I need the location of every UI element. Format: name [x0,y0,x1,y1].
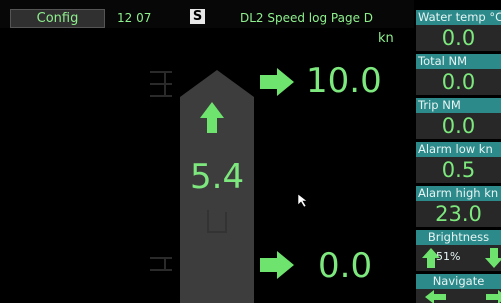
longitudinal-speed: 5.4 [190,157,245,197]
alarm-high-value: 23.0 [435,202,482,226]
total-nm-panel[interactable]: Total NM 0.0 [416,54,501,95]
navigate-left-icon[interactable] [424,289,448,303]
mouse-cursor-icon [297,193,308,208]
bow-right-arrow-icon [260,68,294,96]
trip-nm-label: Trip NM [416,98,501,113]
bow-transverse-speed: 10.0 [306,61,382,101]
brightness-down-icon[interactable] [484,246,501,270]
hull-mark-bottom [150,257,172,271]
stern-right-arrow-icon [260,251,294,279]
trip-nm-value: 0.0 [441,114,476,138]
stern-transverse-speed: 0.0 [318,246,373,286]
alarm-low-value: 0.5 [441,158,476,182]
brightness-value: 51% [436,250,461,263]
total-nm-label: Total NM [416,54,501,69]
brightness-panel: Brightness 51% [416,230,501,271]
navigate-right-icon[interactable] [484,289,501,303]
alarm-low-panel[interactable]: Alarm low kn 0.5 [416,142,501,183]
water-temp-panel[interactable]: Water temp °C 0.0 [416,10,501,51]
water-temp-label: Water temp °C [416,10,501,25]
navigate-panel: Navigate [416,274,501,303]
navigate-label: Navigate [416,274,501,289]
alarm-low-label: Alarm low kn [416,142,501,157]
hull-mark-top [150,71,172,97]
total-nm-value: 0.0 [441,70,476,94]
alarm-high-label: Alarm high kn [416,186,501,201]
brightness-label: Brightness [416,230,501,245]
trip-nm-panel[interactable]: Trip NM 0.0 [416,98,501,139]
side-panel: Water temp °C 0.0 Total NM 0.0 Trip NM 0… [416,0,501,303]
water-temp-value: 0.0 [441,26,476,50]
alarm-high-panel[interactable]: Alarm high kn 23.0 [416,186,501,227]
